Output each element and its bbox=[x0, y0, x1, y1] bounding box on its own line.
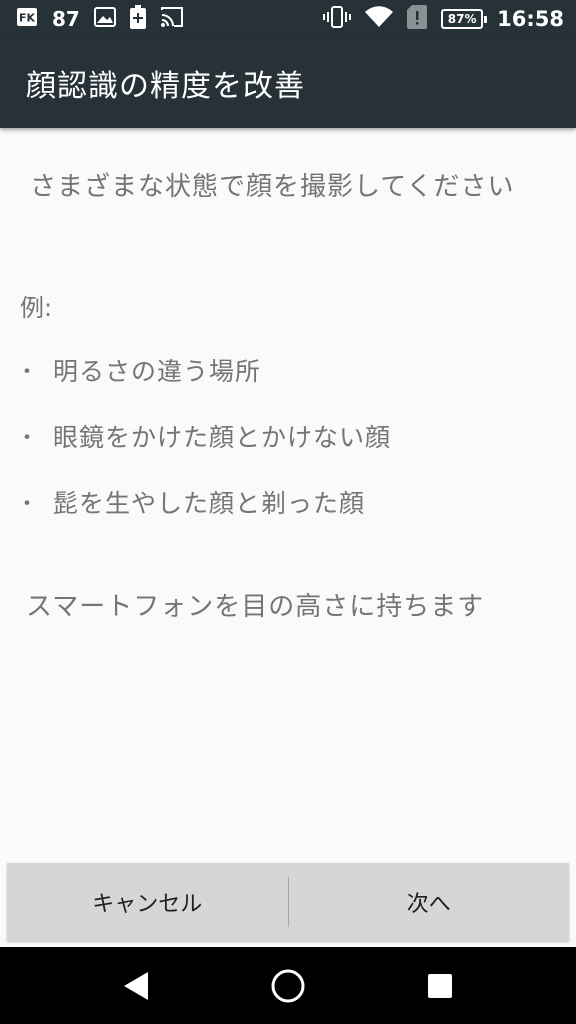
wifi-icon bbox=[365, 6, 394, 32]
bullet: ・ bbox=[16, 426, 40, 451]
list-item: ・ 明るさの違う場所 bbox=[16, 352, 261, 388]
list-item-text: 髭を生やした顔と剃った顔 bbox=[53, 489, 366, 518]
list-item: ・ 髭を生やした顔と剃った顔 bbox=[16, 484, 365, 520]
sim-alert-icon bbox=[407, 5, 428, 33]
back-button[interactable] bbox=[106, 956, 166, 1016]
svg-text:FK: FK bbox=[19, 12, 36, 25]
list-item-text: 明るさの違う場所 bbox=[53, 357, 262, 386]
navigation-bar bbox=[0, 947, 576, 1024]
vibrate-icon bbox=[323, 6, 352, 32]
home-icon bbox=[271, 969, 305, 1002]
page-title: 顔認識の精度を改善 bbox=[26, 69, 305, 104]
battery-percent: 87% bbox=[447, 12, 477, 26]
app-bar: 顔認識の精度を改善 bbox=[0, 38, 576, 128]
back-icon bbox=[124, 971, 148, 1000]
content-area: さまざまな状態で顔を撮影してください 例: ・ 明るさの違う場所 ・ 眼鏡をかけ… bbox=[0, 128, 576, 947]
button-bar: キャンセル 次へ bbox=[7, 863, 569, 941]
recents-icon bbox=[428, 973, 452, 998]
clock: 16:58 bbox=[497, 7, 564, 31]
status-bar: FK 87 87% 16:58 bbox=[0, 0, 576, 38]
bullet: ・ bbox=[16, 360, 40, 385]
app-badge-count: 87 bbox=[52, 7, 80, 31]
battery-saver-icon bbox=[129, 5, 146, 33]
hint-text: スマートフォンを目の高さに持ちます bbox=[26, 592, 485, 622]
list-item: ・ 眼鏡をかけた顔とかけない顔 bbox=[16, 418, 391, 454]
status-bar-right: 87% 16:58 bbox=[323, 5, 564, 33]
fk-app-icon: FK bbox=[16, 7, 38, 31]
list-item-text: 眼鏡をかけた顔とかけない顔 bbox=[53, 423, 392, 452]
recents-button[interactable] bbox=[410, 956, 470, 1016]
intro-text: さまざまな状態で顔を撮影してください bbox=[30, 172, 515, 202]
battery-icon: 87% bbox=[441, 9, 488, 29]
example-label: 例: bbox=[20, 294, 53, 322]
status-bar-left: FK 87 bbox=[16, 5, 198, 33]
next-button[interactable]: 次へ bbox=[289, 863, 570, 941]
bullet: ・ bbox=[16, 492, 40, 517]
image-icon bbox=[93, 7, 116, 31]
cast-icon bbox=[160, 6, 184, 32]
cancel-button[interactable]: キャンセル bbox=[7, 863, 288, 941]
home-button[interactable] bbox=[258, 956, 318, 1016]
